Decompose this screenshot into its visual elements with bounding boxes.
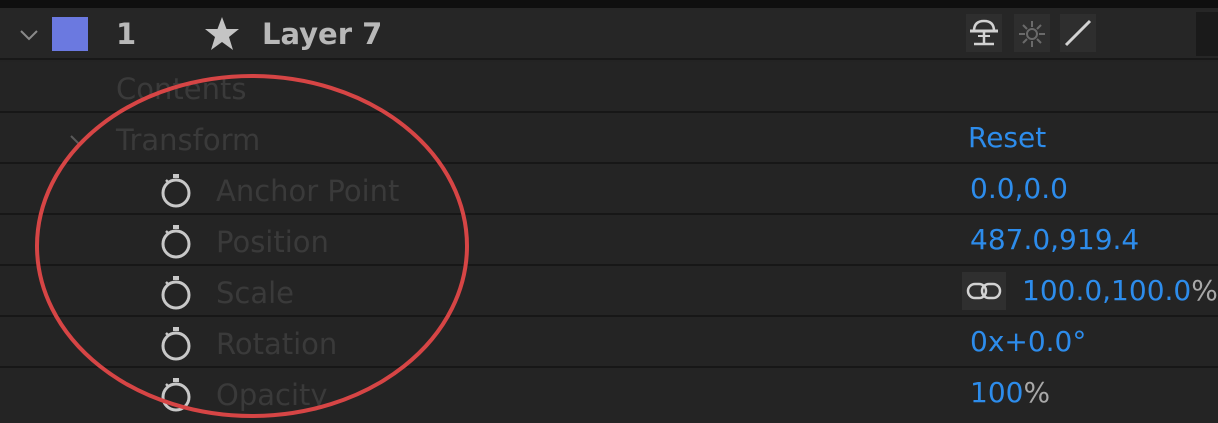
opacity-unit: % — [1023, 376, 1051, 409]
quality-switch[interactable] — [1060, 14, 1096, 52]
property-name: Rotation — [216, 327, 338, 361]
transform-row[interactable]: Transform Reset — [0, 113, 1218, 164]
contents-label: Contents — [116, 72, 247, 106]
property-name: Position — [216, 225, 329, 259]
transform-chevron-down-icon[interactable] — [68, 129, 90, 151]
chevron-down-icon[interactable] — [18, 24, 40, 46]
constrain-proportions-toggle[interactable] — [962, 272, 1006, 310]
property-row-opacity[interactable]: Opacity 100% — [0, 368, 1218, 423]
stopwatch-icon[interactable] — [158, 326, 194, 362]
contents-row[interactable]: Contents — [0, 62, 1218, 113]
property-name: Opacity — [216, 378, 328, 412]
layer-row[interactable]: 1 Layer 7 — [0, 8, 1218, 60]
property-row-rotation[interactable]: Rotation 0x+0.0° — [0, 317, 1218, 368]
collapse-transform-switch[interactable] — [1014, 14, 1050, 52]
property-value[interactable]: 100% — [970, 376, 1050, 410]
stopwatch-icon[interactable] — [158, 377, 194, 413]
layer-switch-cell[interactable] — [1196, 12, 1218, 56]
stopwatch-icon[interactable] — [158, 275, 194, 311]
property-row-position[interactable]: Position 487.0,919.4 — [0, 215, 1218, 266]
scale-value-text: 100.0,100.0 — [1022, 274, 1192, 307]
property-value[interactable]: 100.0,100.0% — [1022, 274, 1218, 308]
stopwatch-icon[interactable] — [158, 173, 194, 209]
property-name: Scale — [216, 276, 295, 310]
quality-icon — [1064, 19, 1092, 47]
shy-icon — [970, 19, 998, 46]
panel-top-border — [0, 0, 1218, 8]
link-icon — [966, 282, 1002, 300]
opacity-value-text: 100 — [970, 376, 1024, 409]
star-icon — [205, 17, 239, 50]
property-row-anchor-point[interactable]: Anchor Point 0.0,0.0 — [0, 164, 1218, 215]
transform-label: Transform — [116, 123, 261, 157]
collapse-transform-icon — [1019, 21, 1045, 47]
property-name: Anchor Point — [216, 174, 400, 208]
layer-name[interactable]: Layer 7 — [262, 17, 382, 51]
layer-index: 1 — [116, 17, 137, 51]
layer-label-color[interactable] — [52, 17, 88, 51]
property-value[interactable]: 0.0,0.0 — [970, 172, 1068, 206]
shy-switch[interactable] — [966, 14, 1002, 52]
property-value[interactable]: 487.0,919.4 — [970, 223, 1139, 257]
scale-unit: % — [1191, 274, 1218, 307]
reset-link[interactable]: Reset — [968, 121, 1046, 155]
property-row-scale[interactable]: Scale 100.0,100.0% — [0, 266, 1218, 317]
timeline-panel: 1 Layer 7 Contents Transform Reset Ancho… — [0, 0, 1218, 423]
property-value[interactable]: 0x+0.0° — [970, 325, 1086, 359]
stopwatch-icon[interactable] — [158, 224, 194, 260]
